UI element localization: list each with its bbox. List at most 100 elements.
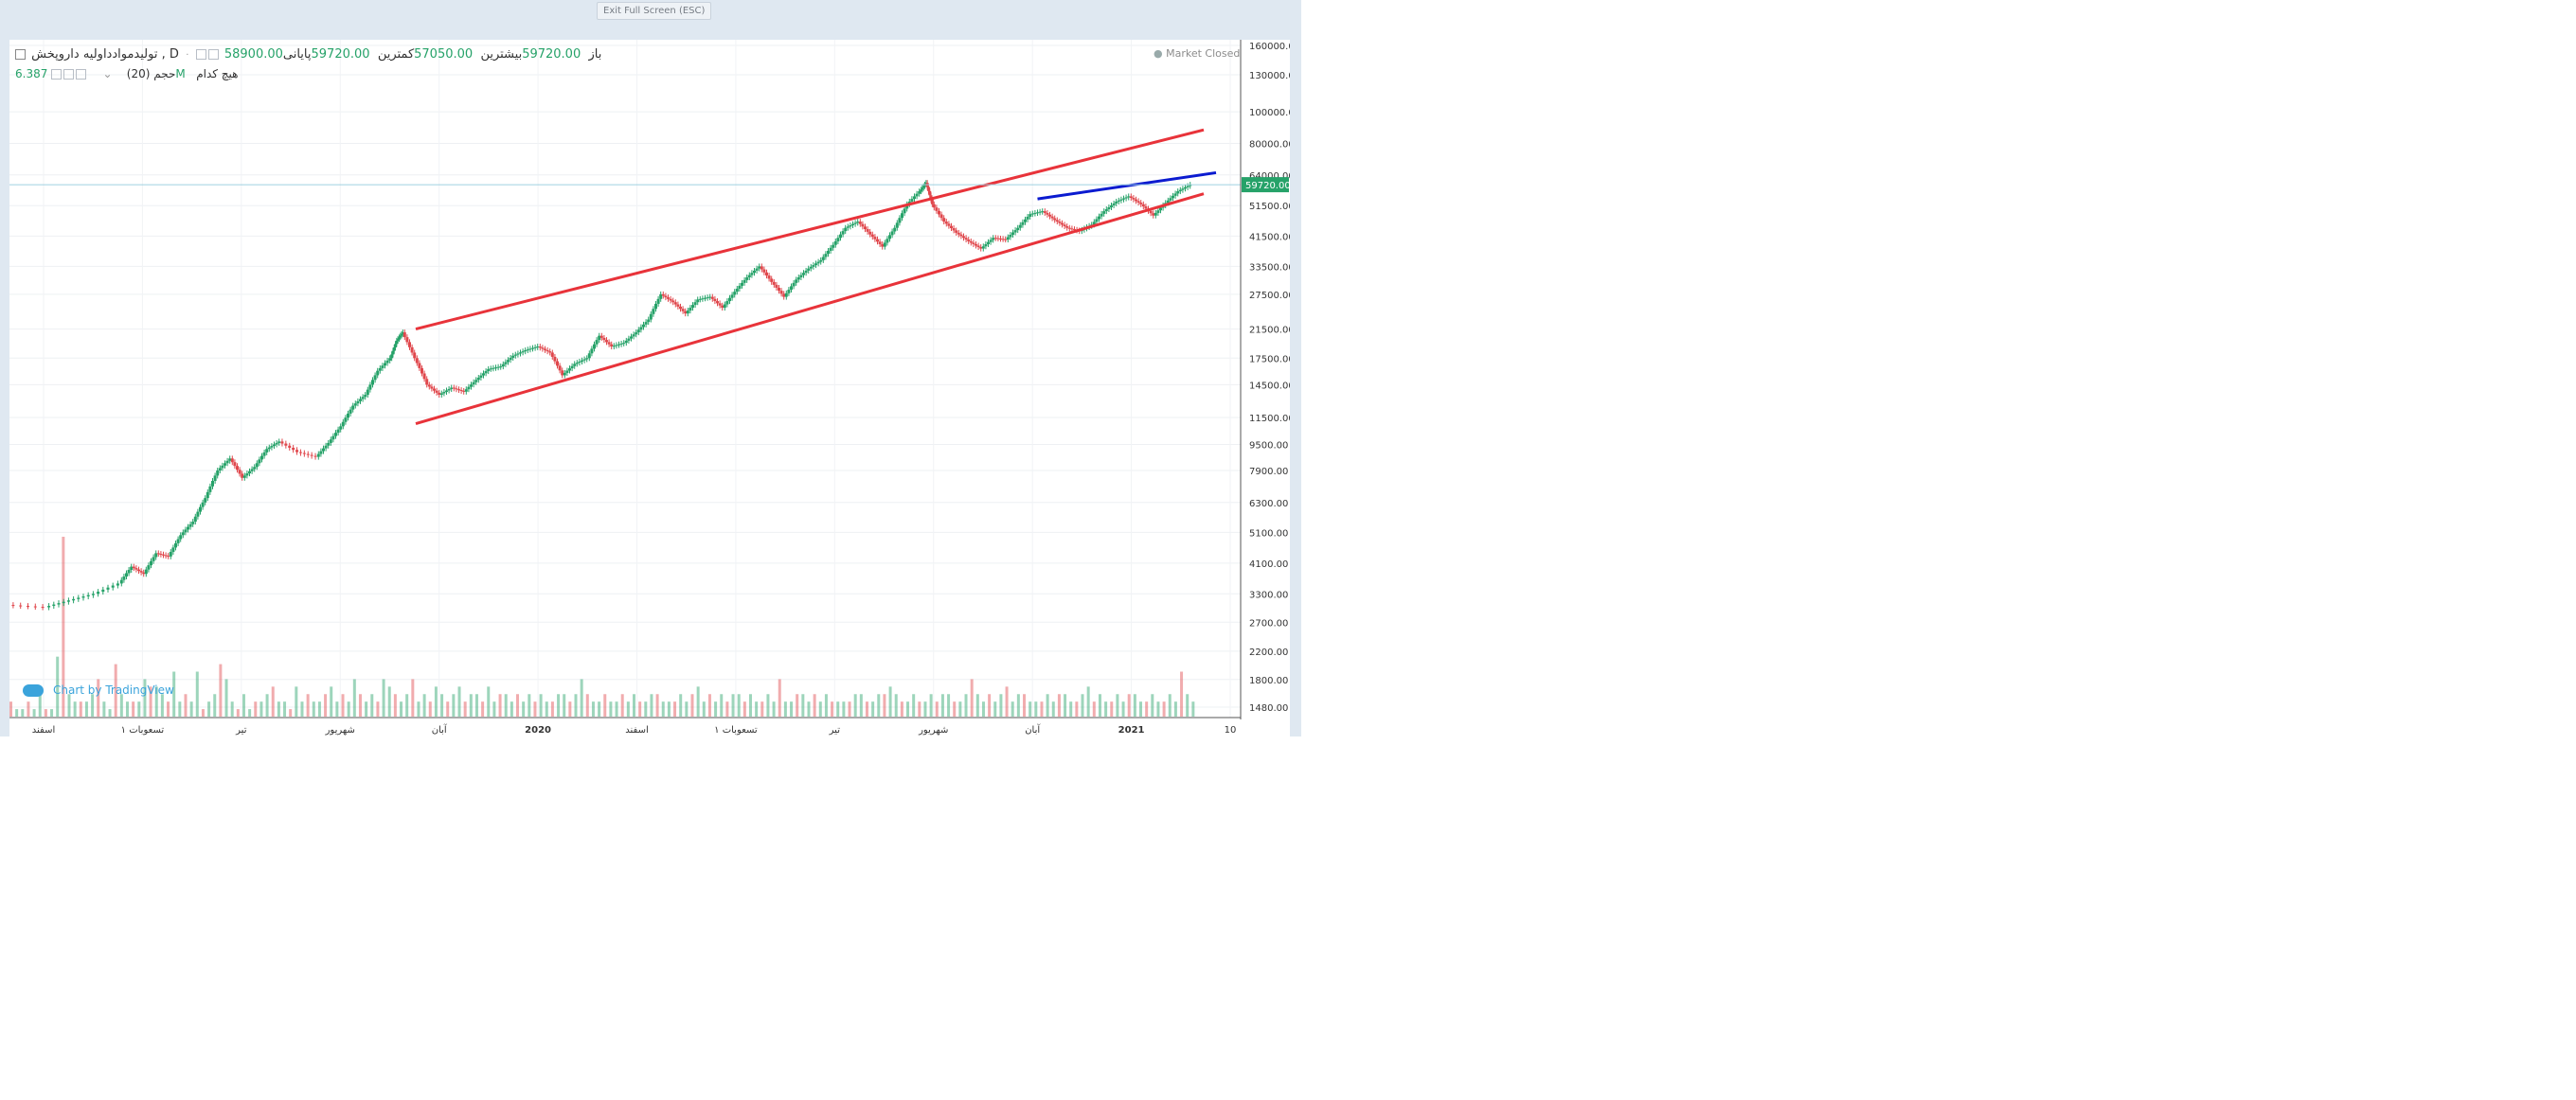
candle-body <box>1016 227 1020 231</box>
candle-body <box>755 268 759 271</box>
candle-body <box>804 270 808 274</box>
close-icon[interactable] <box>51 69 63 80</box>
y-tick-label: 9500.00 <box>1249 440 1288 451</box>
volume-bar <box>545 701 548 717</box>
candle-body <box>996 238 1000 240</box>
candle-body <box>585 358 589 360</box>
volume-bar <box>300 701 304 717</box>
volume-bar <box>259 701 263 717</box>
candle-body <box>1070 228 1074 230</box>
candle-body <box>179 535 183 540</box>
x-tick-label: شهریور <box>325 725 355 736</box>
candle-body <box>116 583 119 586</box>
exit-fullscreen-button[interactable]: Exit Full Screen (ESC) <box>597 2 712 20</box>
volume-bar <box>1034 701 1038 717</box>
candle-body <box>799 275 803 277</box>
collapse-icon[interactable] <box>15 49 26 60</box>
low-label: کمترین <box>377 47 415 62</box>
y-tick-label: 41500.00 <box>1249 232 1290 242</box>
candle-body <box>353 403 357 406</box>
candle-body <box>284 443 288 446</box>
volume-bar <box>900 701 903 717</box>
volume-bar <box>522 701 526 717</box>
candle-body <box>563 372 566 376</box>
volume-bar <box>393 694 397 717</box>
watermark-text: Chart by TradingView <box>53 683 174 697</box>
volume-bar <box>1191 701 1195 717</box>
candle-body <box>1139 203 1143 204</box>
candle-body <box>864 226 867 230</box>
candle-body <box>152 557 155 561</box>
price-chart[interactable]: 160000.00130000.00100000.0080000.0064000… <box>9 40 1300 736</box>
volume-bar <box>929 694 933 717</box>
fullscreen-topbar: Exit Full Screen (ESC) <box>0 0 1301 40</box>
candle-body <box>1065 226 1069 228</box>
candle-body <box>171 547 175 553</box>
settings-icon[interactable] <box>195 49 206 60</box>
candle-body <box>619 343 623 345</box>
volume-bar <box>609 701 613 717</box>
volume-bar <box>434 686 438 717</box>
candle-body <box>472 381 475 385</box>
candle-body <box>142 572 146 575</box>
candle-body <box>725 301 729 305</box>
candle-body <box>331 435 335 440</box>
x-tick-label: تیر <box>235 725 247 736</box>
candle-body <box>324 445 328 449</box>
candle-body <box>654 303 657 310</box>
volume-bar <box>9 701 12 717</box>
candle-body <box>673 302 677 305</box>
candle-body <box>753 270 756 274</box>
high-label: بیشترین <box>480 47 523 62</box>
candle-body <box>361 397 365 399</box>
candle-body <box>1098 216 1100 220</box>
x-tick-label: 2021 <box>1118 725 1145 736</box>
candle-body <box>686 310 689 314</box>
close-icon[interactable] <box>207 49 219 60</box>
volume-bar <box>557 694 561 717</box>
x-tick-label: 2020 <box>525 725 551 736</box>
candle-body <box>779 291 783 294</box>
volume-bar <box>463 701 467 717</box>
y-tick-label: 6300.00 <box>1249 499 1288 509</box>
candle-body <box>1030 213 1034 215</box>
close-value: 59720.00 <box>311 47 370 62</box>
volume-label[interactable]: حجم (20) <box>127 67 176 80</box>
chart-container[interactable]: 160000.00130000.00100000.0080000.0064000… <box>9 40 1300 736</box>
candle-body <box>659 293 663 299</box>
volume-bar <box>324 694 328 717</box>
volume-bar <box>32 709 36 717</box>
drawings <box>9 128 1241 426</box>
volume-bar <box>1180 671 1184 717</box>
tradingview-watermark[interactable]: Chart by TradingView <box>23 683 174 697</box>
candle-body <box>1029 214 1032 217</box>
candle-body <box>582 359 586 361</box>
candle-body <box>570 365 574 369</box>
status-dot-icon: ● <box>1154 47 1163 60</box>
volume-bar <box>1156 701 1160 717</box>
candle-body <box>339 426 343 430</box>
eye-icon[interactable] <box>76 69 87 80</box>
volume-bar <box>725 701 729 717</box>
settings-icon[interactable] <box>63 69 75 80</box>
candle-body <box>1095 219 1099 222</box>
candle-body <box>627 338 631 341</box>
candle-body <box>708 296 712 298</box>
candle-body <box>319 451 323 454</box>
candle-body <box>364 395 367 398</box>
candle-body <box>162 554 165 556</box>
candle-body <box>438 392 441 396</box>
open-value: 58900.00 <box>224 47 283 62</box>
candle-body <box>329 439 332 443</box>
dropdown-icon[interactable]: ⌄ <box>102 67 112 80</box>
volume-bar <box>452 694 456 717</box>
volume-bar <box>923 701 927 717</box>
volume-bar <box>813 694 816 717</box>
candle-body <box>558 365 562 371</box>
candle-body <box>918 191 921 194</box>
candle-body <box>701 298 705 300</box>
close-label: پایانی <box>282 47 312 62</box>
candle-body <box>581 360 583 362</box>
interval-label[interactable]: D <box>170 47 179 62</box>
symbol-name[interactable]: توليدموادداوليه داروپخش <box>31 47 157 62</box>
